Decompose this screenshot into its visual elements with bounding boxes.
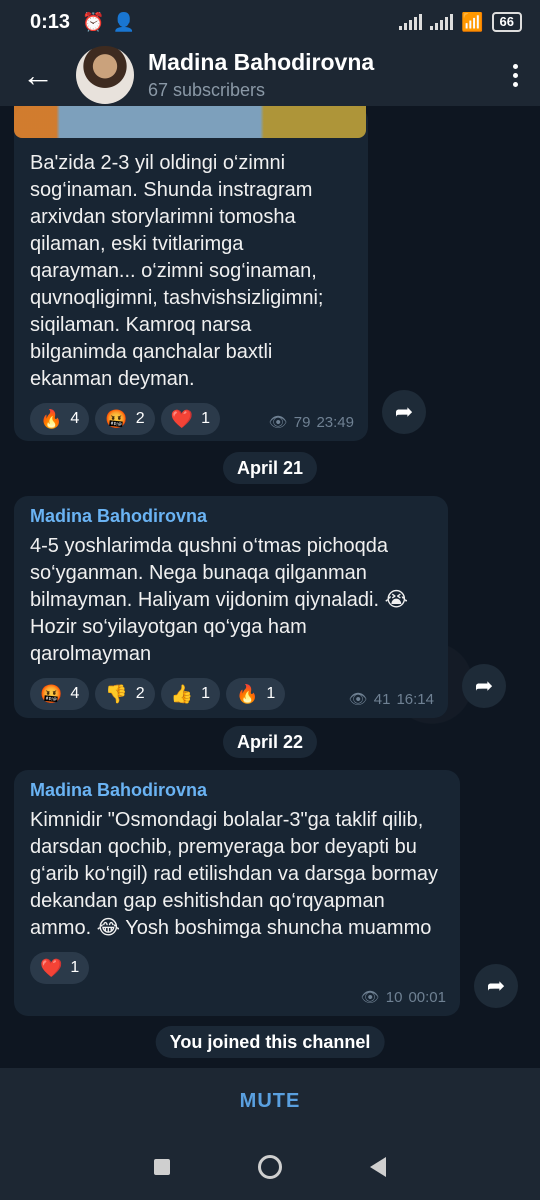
- message-text: Kimnidir "Osmondagi bolalar-3"ga taklif …: [30, 809, 438, 939]
- nav-back-icon[interactable]: [370, 1157, 386, 1177]
- fire-icon: 🔥: [40, 408, 63, 429]
- chat-area[interactable]: Ba'zida 2-3 yil oldingi o‘zimni sog‘inam…: [0, 106, 540, 1068]
- photo-preview[interactable]: [14, 106, 366, 138]
- share-button[interactable]: ➦: [462, 664, 506, 708]
- angry-face-icon: 🤬: [105, 408, 128, 429]
- heart-icon: ❤️: [40, 957, 63, 978]
- signal-icon-2: [430, 14, 454, 30]
- message-bubble[interactable]: Ba'zida 2-3 yil oldingi o‘zimni sog‘inam…: [14, 106, 368, 441]
- heart-icon: ❤️: [170, 408, 194, 429]
- view-count: 10: [385, 988, 403, 1006]
- message-bubble[interactable]: Madina Bahodirovna Kimnidir "Osmondagi b…: [14, 770, 460, 1016]
- reactions: ❤️ 1: [30, 952, 444, 984]
- reaction-angry[interactable]: 🤬 2: [95, 403, 155, 435]
- more-menu-icon[interactable]: [490, 63, 540, 87]
- alarm-icon: ⏰: [82, 11, 105, 32]
- system-nav-bar: [0, 1134, 540, 1200]
- views-eye-icon: 👁: [348, 691, 368, 708]
- message-text: 4-5 yoshlarimda qushni o‘tmas pichoqda s…: [30, 535, 408, 665]
- person-icon: 👤: [112, 11, 135, 32]
- thumbs-up-icon: 👍: [170, 683, 194, 704]
- reaction-count: 4: [70, 685, 80, 702]
- view-count: 41: [373, 690, 391, 708]
- reaction-heart[interactable]: ❤️ 1: [160, 403, 220, 435]
- share-button[interactable]: ➦: [474, 964, 518, 1008]
- message-meta: 👁 10 00:01: [360, 988, 446, 1007]
- date-separator: April 22: [222, 726, 318, 758]
- status-time: 0:13: [30, 10, 71, 33]
- sender-name[interactable]: Madina Bahodirovna: [30, 506, 432, 527]
- views-eye-icon: 👁: [360, 989, 380, 1006]
- message-bubble[interactable]: Madina Bahodirovna 4-5 yoshlarimda qushn…: [14, 496, 448, 718]
- reaction-count: 1: [266, 685, 276, 702]
- reaction-count: 1: [70, 959, 80, 976]
- share-button[interactable]: ➦: [382, 390, 426, 434]
- header-titles[interactable]: Madina Bahodirovna 67 subscribers: [148, 49, 490, 101]
- fire-icon: 🔥: [235, 683, 259, 704]
- share-arrow-icon: ➦: [486, 973, 506, 998]
- status-right: 📶 66: [399, 12, 522, 33]
- reaction-heart[interactable]: ❤️ 1: [30, 952, 90, 984]
- message-time: 00:01: [408, 988, 446, 1006]
- battery-icon: 66: [491, 12, 522, 32]
- signal-icon: [399, 14, 423, 30]
- avatar[interactable]: [76, 46, 134, 104]
- reaction-count: 1: [201, 410, 210, 427]
- reaction-count: 4: [70, 410, 80, 427]
- subscriber-count: 67 subscribers: [148, 80, 266, 100]
- channel-title: Madina Bahodirovna: [148, 49, 375, 75]
- back-arrow-icon[interactable]: ←: [0, 44, 76, 106]
- message-time: 16:14: [396, 690, 434, 708]
- reaction-thumbs-up[interactable]: 👍 1: [160, 678, 220, 710]
- reaction-thumbs-down[interactable]: 👎 2: [95, 678, 155, 710]
- date-separator: April 21: [222, 452, 318, 484]
- reaction-angry[interactable]: 🤬 4: [30, 678, 90, 710]
- views-eye-icon: 👁: [268, 414, 288, 431]
- share-arrow-icon: ➦: [394, 399, 414, 424]
- share-arrow-icon: ➦: [474, 673, 494, 698]
- reaction-fire[interactable]: 🔥 1: [225, 678, 286, 710]
- reaction-count: 2: [135, 410, 145, 427]
- message-text: Ba'zida 2-3 yil oldingi o‘zimni sog‘inam…: [30, 152, 324, 390]
- message-meta: 👁 79 23:49: [268, 413, 354, 432]
- thumbs-down-icon: 👎: [105, 683, 128, 704]
- service-message: You joined this channel: [155, 1026, 385, 1058]
- reaction-fire[interactable]: 🔥 4: [30, 403, 90, 435]
- status-bar: 0:13 ⏰ 👤 📶 66: [0, 0, 540, 44]
- message-time: 23:49: [316, 413, 354, 431]
- reaction-count: 2: [135, 685, 145, 702]
- view-count: 79: [293, 413, 311, 431]
- message-meta: 👁 41 16:14: [348, 690, 434, 709]
- home-icon[interactable]: [258, 1155, 282, 1179]
- wifi-icon: 📶: [461, 11, 484, 32]
- sender-name[interactable]: Madina Bahodirovna: [30, 780, 444, 801]
- angry-face-icon: 🤬: [40, 683, 63, 704]
- recent-apps-icon[interactable]: [154, 1159, 170, 1175]
- reaction-count: 1: [201, 685, 210, 702]
- mute-button[interactable]: MUTE: [0, 1068, 540, 1134]
- chat-header: ← Madina Bahodirovna 67 subscribers: [0, 44, 540, 106]
